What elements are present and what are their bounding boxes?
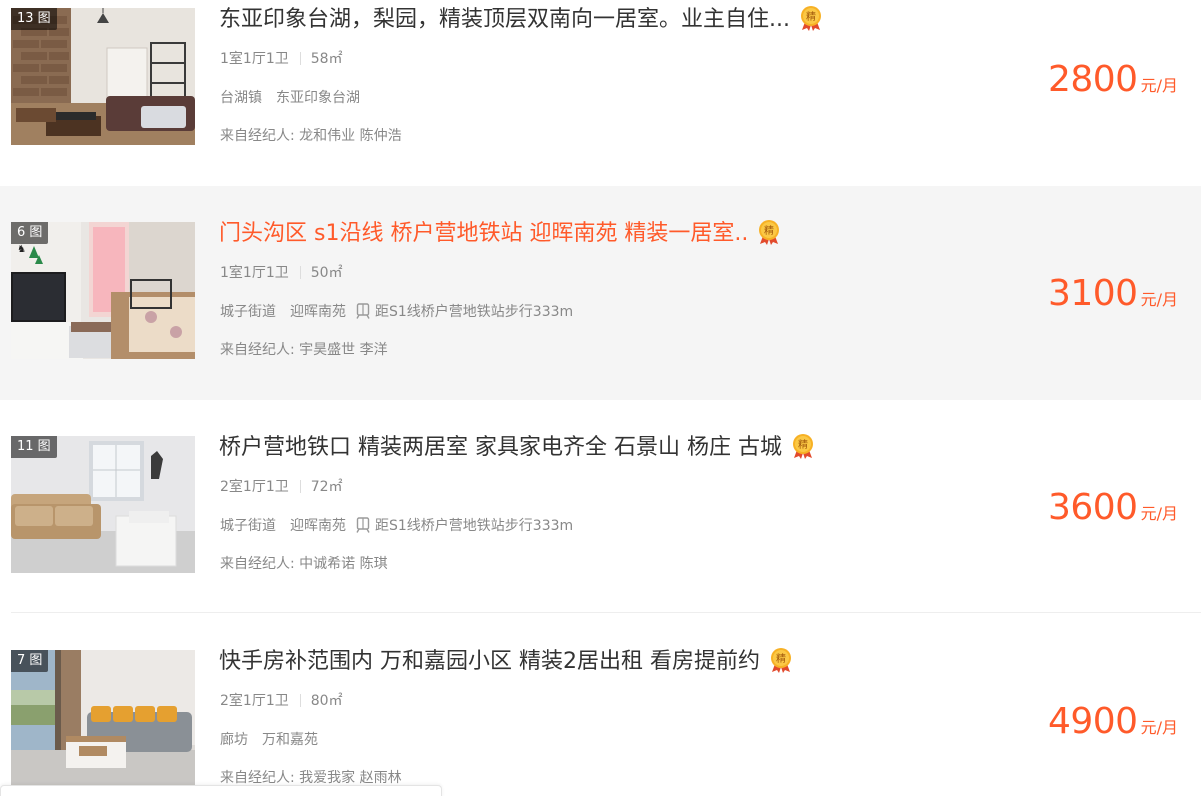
listing-specs: 2室1厅1卫 80㎡ xyxy=(220,691,343,711)
divider xyxy=(299,266,301,279)
district-link[interactable]: 城子街道 xyxy=(220,518,276,534)
listing-item[interactable]: 7 图 快手房补范围内 万和嘉园小区 精装2居出租 看房提前约 精 2室1厅1卫 8… xyxy=(0,614,1201,796)
listing-agent: 来自经纪人: 龙和伟业 陈仲浩 xyxy=(220,128,402,144)
listing-title-text[interactable]: 门头沟区 s1沿线 桥户营地铁站 迎晖南苑 精装一居室.. xyxy=(219,221,748,246)
price-value: 3100 xyxy=(1047,273,1138,314)
price-unit: 元/月 xyxy=(1140,76,1178,95)
subway-distance: 距S1线桥户营地铁站步行333m xyxy=(375,304,574,320)
listing-price: 2800 元/月 xyxy=(1048,60,1178,100)
listing-agent: 来自经纪人: 宇昊盛世 李洋 xyxy=(220,342,388,358)
subway-distance: 距S1线桥户营地铁站步行333m xyxy=(375,518,574,534)
floor-area: 80㎡ xyxy=(310,693,343,709)
svg-text:精: 精 xyxy=(776,652,786,665)
district-link[interactable]: 城子街道 xyxy=(220,304,276,320)
floor-area: 72㎡ xyxy=(310,479,343,495)
district-link[interactable]: 台湖镇 xyxy=(220,90,262,106)
listing-title[interactable]: 东亚印象台湖，梨园，精装顶层双南向一居室。业主自住... 精 xyxy=(219,5,959,35)
listing-specs: 1室1厅1卫 58㎡ xyxy=(220,49,343,69)
community-link[interactable]: 东亚印象台湖 xyxy=(276,90,360,106)
listing-price: 4900 元/月 xyxy=(1048,702,1178,742)
photo-count-badge: 13 图 xyxy=(11,8,57,30)
listing-location: 城子街道 迎晖南苑 距S1线桥户营地铁站步行333m xyxy=(220,302,573,322)
subway-icon xyxy=(356,517,370,533)
listing-title-text[interactable]: 快手房补范围内 万和嘉园小区 精装2居出租 看房提前约 xyxy=(219,649,760,674)
svg-text:♞: ♞ xyxy=(17,244,26,255)
listing-location: 台湖镇 东亚印象台湖 xyxy=(220,88,360,108)
row-divider xyxy=(11,612,1201,613)
divider xyxy=(299,694,301,707)
listing-agent: 来自经纪人: 中诚希诺 陈琪 xyxy=(220,556,388,572)
listing-title-text[interactable]: 桥户营地铁口 精装两居室 家具家电齐全 石景山 杨庄 古城 xyxy=(219,435,782,460)
district-link[interactable]: 廊坊 xyxy=(220,732,248,748)
community-link[interactable]: 迎晖南苑 xyxy=(290,304,346,320)
premium-badge-icon: 精 xyxy=(756,219,782,245)
premium-badge-icon: 精 xyxy=(790,433,816,459)
price-unit: 元/月 xyxy=(1140,290,1178,309)
listing-title[interactable]: 桥户营地铁口 精装两居室 家具家电齐全 石景山 杨庄 古城 精 xyxy=(219,433,959,463)
listing-photo[interactable]: 7 图 xyxy=(11,650,195,787)
room-layout: 2室1厅1卫 xyxy=(220,479,289,495)
price-value: 3600 xyxy=(1047,487,1138,528)
room-layout: 2室1厅1卫 xyxy=(220,693,289,709)
listing-specs: 1室1厅1卫 50㎡ xyxy=(220,263,343,283)
svg-text:精: 精 xyxy=(764,224,774,237)
listing-title[interactable]: 门头沟区 s1沿线 桥户营地铁站 迎晖南苑 精装一居室.. 精 xyxy=(219,219,959,249)
svg-text:精: 精 xyxy=(806,10,816,23)
room-layout: 1室1厅1卫 xyxy=(220,51,289,67)
premium-badge-icon: 精 xyxy=(768,647,794,673)
listing-photo[interactable]: ♞ 6 图 xyxy=(11,222,195,359)
listing-location: 城子街道 迎晖南苑 距S1线桥户营地铁站步行333m xyxy=(220,516,573,536)
room-layout: 1室1厅1卫 xyxy=(220,265,289,281)
community-link[interactable]: 迎晖南苑 xyxy=(290,518,346,534)
listing-photo[interactable]: 13 图 xyxy=(11,8,195,145)
floor-area: 50㎡ xyxy=(310,265,343,281)
community-link[interactable]: 万和嘉苑 xyxy=(262,732,318,748)
price-value: 4900 xyxy=(1047,701,1138,742)
listing-price: 3600 元/月 xyxy=(1048,488,1178,528)
listing-price: 3100 元/月 xyxy=(1048,274,1178,314)
price-unit: 元/月 xyxy=(1140,504,1178,523)
svg-text:精: 精 xyxy=(798,438,808,451)
divider xyxy=(299,480,301,493)
photo-count-badge: 6 图 xyxy=(11,222,49,244)
listing-item[interactable]: 13 图 东亚印象台湖，梨园，精装顶层双南向一居室。业主自住... 精 1室1厅1… xyxy=(0,0,1201,184)
listing-list: 13 图 东亚印象台湖，梨园，精装顶层双南向一居室。业主自住... 精 1室1厅1… xyxy=(0,0,1201,796)
price-unit: 元/月 xyxy=(1140,718,1178,737)
listing-specs: 2室1厅1卫 72㎡ xyxy=(220,477,343,497)
premium-badge-icon: 精 xyxy=(798,5,824,31)
listing-title[interactable]: 快手房补范围内 万和嘉园小区 精装2居出租 看房提前约 精 xyxy=(219,647,959,677)
photo-count-badge: 11 图 xyxy=(11,436,57,458)
listing-item[interactable]: ♞ 6 图 门头沟区 s1沿线 桥户营地铁站 迎晖南苑 精装一居室.. 精 1室1… xyxy=(0,186,1201,400)
listing-title-text[interactable]: 东亚印象台湖，梨园，精装顶层双南向一居室。业主自住... xyxy=(219,7,790,32)
listing-photo[interactable]: 11 图 xyxy=(11,436,195,573)
divider xyxy=(299,52,301,65)
subway-icon xyxy=(356,303,370,319)
photo-count-badge: 7 图 xyxy=(11,650,49,672)
listing-location: 廊坊 万和嘉苑 xyxy=(220,730,318,750)
price-value: 2800 xyxy=(1047,59,1138,100)
listing-item[interactable]: 11 图 桥户营地铁口 精装两居室 家具家电齐全 石景山 杨庄 古城 精 2室1厅… xyxy=(0,400,1201,614)
floating-bottom-bar[interactable] xyxy=(0,785,442,796)
floor-area: 58㎡ xyxy=(310,51,343,67)
